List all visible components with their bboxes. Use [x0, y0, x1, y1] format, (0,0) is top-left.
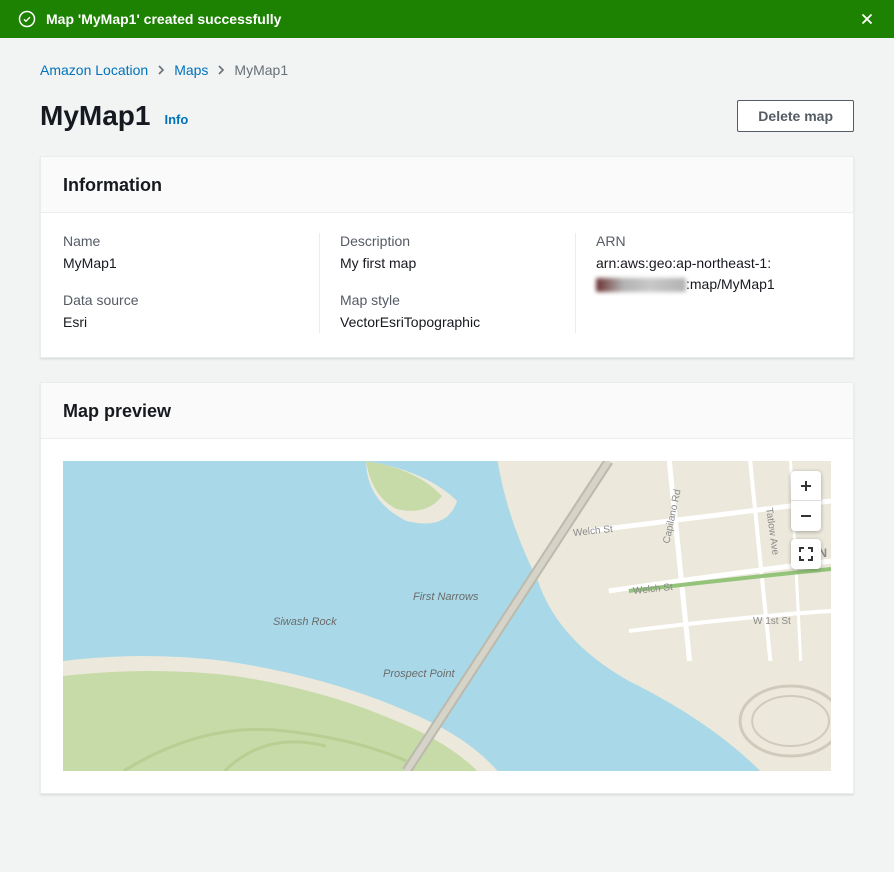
page-title: MyMap1	[40, 100, 150, 132]
zoom-out-button[interactable]	[791, 501, 821, 531]
success-notification: Map 'MyMap1' created successfully	[0, 0, 894, 38]
breadcrumb-current: MyMap1	[234, 62, 288, 78]
arn-redacted	[596, 278, 686, 292]
description-value: My first map	[340, 253, 555, 274]
info-arn: ARN arn:aws:geo:ap-northeast-1::map/MyMa…	[596, 233, 811, 295]
map-label-siwash-rock: Siwash Rock	[273, 616, 337, 628]
chevron-right-icon	[156, 65, 166, 75]
information-panel: Information Name MyMap1 Data source Esri…	[40, 156, 854, 358]
fullscreen-control-group	[791, 539, 821, 569]
data-source-label: Data source	[63, 292, 299, 308]
name-label: Name	[63, 233, 299, 249]
info-description: Description My first map	[340, 233, 555, 274]
success-check-icon	[18, 10, 36, 28]
minus-icon	[799, 509, 813, 523]
map-style-label: Map style	[340, 292, 555, 308]
chevron-right-icon	[216, 65, 226, 75]
info-data-source: Data source Esri	[63, 292, 299, 333]
arn-suffix: :map/MyMap1	[686, 276, 775, 292]
breadcrumb-parent[interactable]: Maps	[174, 62, 208, 78]
arn-prefix: arn:aws:geo:ap-northeast-1:	[596, 255, 771, 271]
map-label-first-narrows: First Narrows	[413, 591, 473, 603]
zoom-in-button[interactable]	[791, 471, 821, 501]
description-label: Description	[340, 233, 555, 249]
info-map-style: Map style VectorEsriTopographic	[340, 292, 555, 333]
map-controls	[791, 471, 821, 569]
data-source-value: Esri	[63, 312, 299, 333]
info-link[interactable]: Info	[164, 112, 188, 127]
delete-map-button[interactable]: Delete map	[737, 100, 854, 132]
map-preview-heading: Map preview	[41, 383, 853, 439]
map-terrain-icon	[63, 461, 831, 771]
map-preview-panel: Map preview	[40, 382, 854, 794]
fullscreen-button[interactable]	[791, 539, 821, 569]
breadcrumb: Amazon Location Maps MyMap1	[40, 62, 854, 78]
title-row: MyMap1 Info Delete map	[40, 100, 854, 132]
close-icon[interactable]	[858, 10, 876, 28]
notification-message: Map 'MyMap1' created successfully	[46, 11, 858, 27]
information-heading: Information	[41, 157, 853, 213]
map-canvas[interactable]: Siwash Rock First Narrows Prospect Point…	[63, 461, 831, 771]
fullscreen-icon	[799, 547, 813, 561]
name-value: MyMap1	[63, 253, 299, 274]
breadcrumb-root[interactable]: Amazon Location	[40, 62, 148, 78]
plus-icon	[799, 479, 813, 493]
map-label-w-1st-st: W 1st St	[753, 616, 791, 627]
info-name: Name MyMap1	[63, 233, 299, 274]
map-label-prospect-point: Prospect Point	[383, 668, 455, 680]
arn-label: ARN	[596, 233, 811, 249]
zoom-control-group	[791, 471, 821, 531]
map-style-value: VectorEsriTopographic	[340, 312, 555, 333]
arn-value: arn:aws:geo:ap-northeast-1::map/MyMap1	[596, 253, 811, 295]
